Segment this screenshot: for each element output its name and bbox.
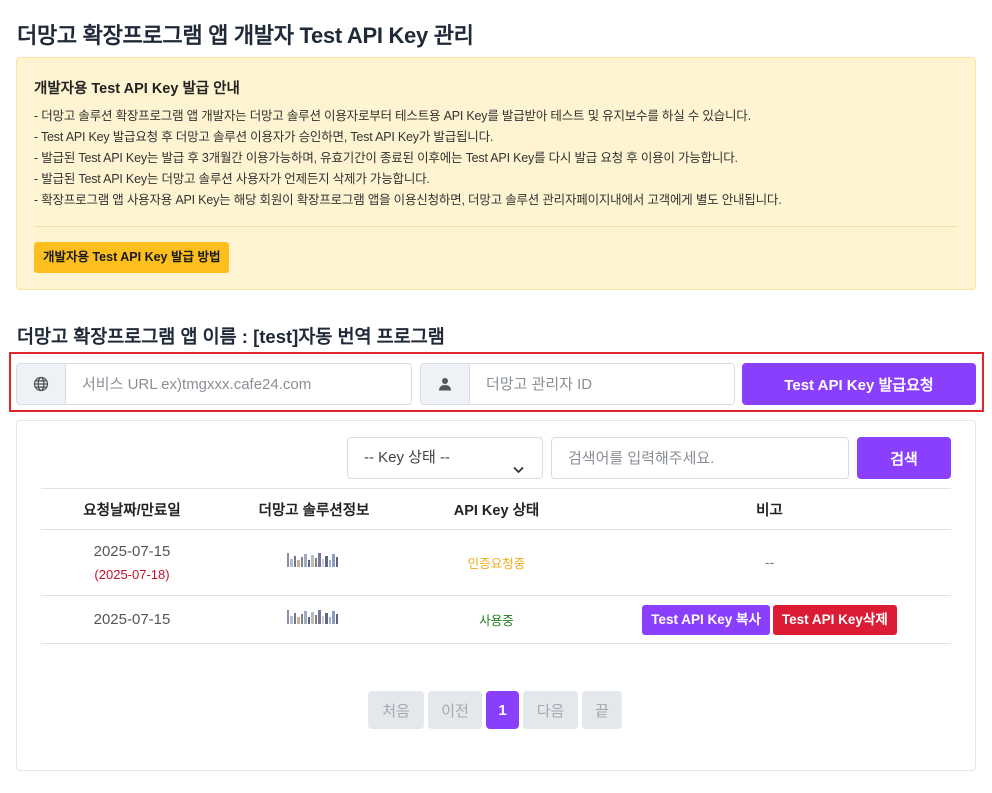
page-next-button[interactable]: 다음	[523, 691, 578, 729]
column-header: API Key 상태	[405, 488, 588, 530]
note-text: --	[764, 553, 775, 570]
copy-key-button[interactable]: Test API Key 복사	[642, 604, 770, 635]
expire-date: (2025-07-18)	[94, 567, 170, 582]
key-status-value: -- Key 상태 --	[364, 449, 450, 466]
solution-logo	[287, 608, 341, 626]
divider	[34, 226, 958, 227]
table-row: 2025-07-15 사용중 Test API Key 복사 Test API …	[41, 595, 951, 644]
notice-title: 개발자용 Test API Key 발급 안내	[34, 81, 240, 97]
page-number-button[interactable]: 1	[486, 691, 519, 729]
page-last-button[interactable]: 끝	[582, 691, 622, 729]
column-header: 더망고 솔루션정보	[223, 488, 405, 530]
issue-guide-button[interactable]: 개발자용 Test API Key 발급 방법	[34, 242, 230, 273]
notice-line: - 발급된 Test API Key는 발급 후 3개월간 이용가능하며, 유효…	[34, 151, 738, 165]
request-key-button[interactable]: Test API Key 발급요청	[742, 363, 976, 405]
service-url-group	[16, 363, 412, 405]
chevron-down-icon	[512, 452, 525, 492]
note-cell: --	[588, 529, 951, 596]
note-cell: Test API Key 복사 Test API Key삭제	[588, 595, 951, 644]
notice-line: - Test API Key 발급요청 후 더망고 솔루션 이용자가 승인하면,…	[34, 130, 494, 144]
globe-icon	[17, 364, 66, 404]
notice-panel: 개발자용 Test API Key 발급 안내 - 더망고 솔루션 확장프로그램…	[16, 57, 976, 290]
service-url-input[interactable]	[66, 364, 411, 404]
user-icon	[421, 364, 470, 404]
key-request-form: Test API Key 발급요청	[9, 352, 984, 412]
status-badge: 인증요청중	[467, 556, 526, 571]
key-table: 요청날짜/만료일 더망고 솔루션정보 API Key 상태 비고 2025-07…	[41, 488, 951, 644]
column-header: 비고	[588, 488, 951, 530]
key-status-cell: 인증요청중	[405, 529, 588, 596]
notice-line: - 발급된 Test API Key는 더망고 솔루션 사용자가 언제든지 삭제…	[34, 172, 430, 186]
page-first-button[interactable]: 처음	[368, 691, 424, 729]
pagination: 처음 이전 1 다음 끝	[368, 691, 622, 729]
key-status-select[interactable]: -- Key 상태 --	[347, 437, 543, 479]
status-badge: 사용중	[479, 613, 514, 628]
date-cell: 2025-07-15 (2025-07-18)	[41, 529, 223, 596]
solution-info-cell	[223, 595, 405, 644]
notice-line: - 더망고 솔루션 확장프로그램 앱 개발자는 더망고 솔루션 이용자로부터 테…	[34, 109, 751, 123]
notice-list: - 더망고 솔루션 확장프로그램 앱 개발자는 더망고 솔루션 이용자로부터 테…	[34, 106, 782, 211]
date-cell: 2025-07-15	[41, 595, 223, 644]
page-prev-button[interactable]: 이전	[428, 691, 482, 729]
admin-id-group	[420, 363, 735, 405]
key-status-cell: 사용중	[405, 595, 588, 644]
request-date: 2025-07-15	[93, 543, 171, 560]
notice-line: - 확장프로그램 앱 사용자용 API Key는 해당 회원이 확장프로그램 앱…	[34, 193, 782, 207]
column-header: 요청날짜/만료일	[41, 488, 223, 530]
solution-info-cell	[223, 529, 405, 596]
app-name-heading: 더망고 확장프로그램 앱 이름 : [test]자동 번역 프로그램	[17, 326, 445, 347]
solution-logo	[287, 551, 341, 569]
search-input[interactable]	[551, 437, 849, 479]
page-title: 더망고 확장프로그램 앱 개발자 Test API Key 관리	[17, 23, 474, 48]
request-date: 2025-07-15	[93, 611, 171, 628]
search-button[interactable]: 검색	[857, 437, 951, 479]
admin-id-input[interactable]	[470, 364, 734, 404]
table-row: 2025-07-15 (2025-07-18) 인증요청중 --	[41, 529, 951, 596]
delete-key-button[interactable]: Test API Key삭제	[772, 604, 897, 635]
key-list-panel: -- Key 상태 -- 검색 요청날짜/만료일 더망고 솔루션정보 API K…	[16, 420, 976, 771]
